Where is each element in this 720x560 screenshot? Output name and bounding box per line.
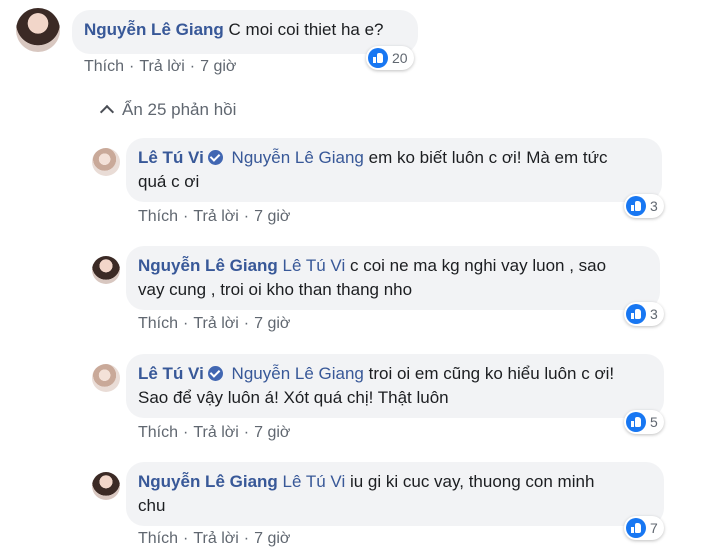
like-link[interactable]: Thích	[138, 315, 178, 332]
reply-bubble: Nguyễn Lê Giang Lê Tú Vi iu gi ki cuc va…	[126, 462, 664, 526]
reply-link[interactable]: Trả lời	[193, 208, 238, 225]
avatar[interactable]	[92, 148, 120, 176]
like-reaction-icon	[626, 304, 646, 324]
avatar[interactable]	[92, 256, 120, 284]
reply-text-line2: quá c ơi	[138, 172, 200, 191]
like-reaction-icon	[626, 412, 646, 432]
reply-bubble: Lê Tú Vi Nguyễn Lê Giang troi oi em cũng…	[126, 354, 664, 418]
like-link[interactable]: Thích	[138, 424, 178, 441]
reply-text-line1: iu gi ki cuc vay, thuong con minh	[349, 472, 595, 491]
reply-author[interactable]: Nguyễn Lê Giang	[138, 256, 278, 275]
reply-text-line1: c coi ne ma kg nghi vay luon , sao	[349, 256, 607, 275]
timestamp[interactable]: 7 giờ	[254, 208, 290, 225]
reply-actions: Thích · Trả lời · 7 giờ	[138, 315, 291, 332]
reply-text-line1: em ko biết luôn c ơi! Mà em tức	[368, 148, 608, 167]
verified-badge-icon	[207, 150, 223, 165]
timestamp[interactable]: 7 giờ	[254, 530, 290, 547]
tagged-user[interactable]: Nguyễn Lê Giang	[232, 364, 364, 383]
comment-bubble: Nguyễn Lê Giang C moi coi thiet ha e?	[72, 10, 418, 54]
like-link[interactable]: Thích	[138, 530, 178, 547]
reaction-count[interactable]: 7	[624, 516, 664, 540]
hide-replies-label: Ẩn 25 phản hồi	[122, 100, 237, 119]
like-reaction-icon	[368, 48, 388, 68]
avatar[interactable]	[16, 8, 60, 52]
comment-actions: Thích · Trả lời · 7 giờ	[84, 58, 237, 75]
avatar[interactable]	[92, 364, 120, 392]
reply-actions: Thích · Trả lời · 7 giờ	[138, 208, 291, 225]
hide-replies-toggle[interactable]: Ẩn 25 phản hồi	[99, 100, 237, 120]
reply-link[interactable]: Trả lời	[193, 315, 238, 332]
tagged-user[interactable]: Lê Tú Vi	[283, 256, 346, 275]
reply-actions: Thích · Trả lời · 7 giờ	[138, 530, 291, 547]
reaction-number: 7	[650, 520, 658, 536]
like-reaction-icon	[626, 518, 646, 538]
reply-author[interactable]: Nguyễn Lê Giang	[138, 472, 278, 491]
reaction-number: 3	[650, 306, 658, 322]
tagged-user[interactable]: Lê Tú Vi	[283, 472, 346, 491]
reply-bubble: Nguyễn Lê Giang Lê Tú Vi c coi ne ma kg …	[126, 246, 660, 310]
avatar[interactable]	[92, 472, 120, 500]
reaction-count[interactable]: 3	[624, 194, 664, 218]
reply-author[interactable]: Lê Tú Vi	[138, 364, 204, 383]
reply-text-line2: vay cung , troi oi kho than thang nho	[138, 280, 413, 299]
reaction-number: 3	[650, 198, 658, 214]
reaction-number: 20	[392, 50, 408, 66]
reaction-count[interactable]: 20	[366, 46, 414, 70]
timestamp[interactable]: 7 giờ	[254, 315, 290, 332]
timestamp[interactable]: 7 giờ	[254, 424, 290, 441]
reply-author[interactable]: Lê Tú Vi	[138, 148, 204, 167]
reply-text-line2: chu	[138, 496, 166, 515]
reply-link[interactable]: Trả lời	[193, 424, 238, 441]
chevron-up-icon	[99, 104, 115, 120]
reply-actions: Thích · Trả lời · 7 giờ	[138, 424, 291, 441]
comment-author[interactable]: Nguyễn Lê Giang	[84, 20, 224, 39]
reaction-number: 5	[650, 414, 658, 430]
reply-text-line1: troi oi em cũng ko hiểu luôn c ơi!	[368, 364, 615, 383]
reply-link[interactable]: Trả lời	[193, 530, 238, 547]
reaction-count[interactable]: 5	[624, 410, 664, 434]
tagged-user[interactable]: Nguyễn Lê Giang	[232, 148, 364, 167]
like-link[interactable]: Thích	[138, 208, 178, 225]
comment-text: C moi coi thiet ha e?	[228, 20, 384, 39]
reaction-count[interactable]: 3	[624, 302, 664, 326]
like-link[interactable]: Thích	[84, 58, 124, 75]
reply-bubble: Lê Tú Vi Nguyễn Lê Giang em ko biết luôn…	[126, 138, 662, 202]
reply-text-line2: Sao để vậy luôn á! Xót quá chị! Thật luô…	[138, 388, 449, 407]
reply-link[interactable]: Trả lời	[139, 58, 184, 75]
verified-badge-icon	[207, 366, 223, 381]
timestamp[interactable]: 7 giờ	[200, 58, 236, 75]
like-reaction-icon	[626, 196, 646, 216]
